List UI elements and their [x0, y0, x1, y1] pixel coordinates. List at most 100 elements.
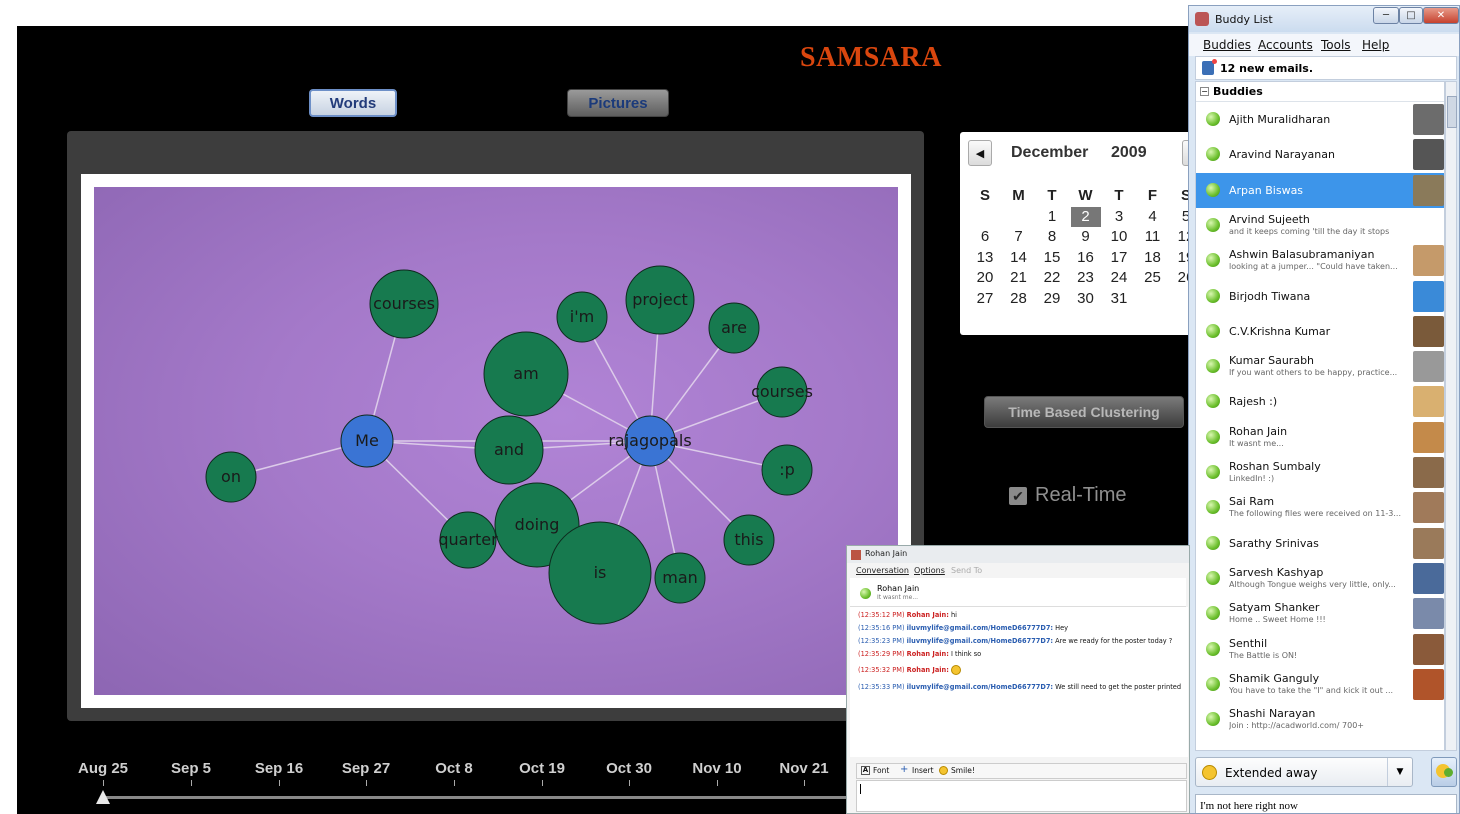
buddy-name: C.V.Krishna Kumar: [1229, 324, 1331, 338]
minimize-button[interactable]: ─: [1373, 7, 1399, 24]
calendar-prev-button[interactable]: ◀: [968, 140, 992, 166]
graph-node-rajagopals[interactable]: rajagopals: [608, 415, 692, 467]
buddy-name: Roshan Sumbaly: [1229, 460, 1321, 473]
menu-options[interactable]: Options: [914, 566, 945, 575]
calendar-day[interactable]: 24: [1104, 268, 1134, 288]
calendar-day[interactable]: 10: [1104, 227, 1134, 247]
graph-node-courses1[interactable]: courses: [369, 269, 439, 339]
buddy-row[interactable]: Sarathy Srinivas: [1196, 526, 1444, 561]
buddy-row[interactable]: Kumar Saurabh If you want others to be ha…: [1196, 349, 1444, 384]
calendar-day[interactable]: 28: [1004, 289, 1034, 309]
graph-node-this[interactable]: this: [723, 514, 775, 566]
graph-node-and[interactable]: and: [474, 415, 544, 485]
graph-node-im[interactable]: i'm: [556, 291, 608, 343]
menu-tools[interactable]: Tools: [1321, 38, 1351, 52]
menu-conversation[interactable]: Conversation: [856, 566, 909, 575]
calendar-day[interactable]: 7: [1004, 227, 1034, 247]
calendar-day[interactable]: 4: [1138, 207, 1168, 227]
menu-accounts[interactable]: Accounts: [1258, 38, 1313, 52]
calendar-day[interactable]: 8: [1037, 227, 1067, 247]
smile-button[interactable]: Smile!: [939, 766, 975, 775]
message-timestamp: (12:35:32 PM): [858, 666, 905, 674]
graph-node-man[interactable]: man: [654, 552, 706, 604]
buddy-row[interactable]: Ashwin Balasubramaniyan looking at a jump…: [1196, 243, 1444, 278]
calendar-day[interactable]: 25: [1138, 268, 1168, 288]
graph-node-project[interactable]: project: [625, 265, 695, 335]
buddy-row[interactable]: Rajesh :): [1196, 384, 1444, 419]
buddy-row[interactable]: Rohan Jain It wasnt me...: [1196, 420, 1444, 455]
calendar-day[interactable]: 14: [1004, 248, 1034, 268]
pictures-tab-button[interactable]: Pictures: [567, 89, 669, 117]
graph-node-are[interactable]: are: [708, 302, 760, 354]
status-icon-button[interactable]: [1431, 757, 1457, 787]
buddy-row[interactable]: C.V.Krishna Kumar: [1196, 314, 1444, 349]
message-input[interactable]: [856, 780, 1187, 812]
buddy-list-scrollbar[interactable]: [1445, 81, 1457, 751]
buddy-row[interactable]: Arpan Biswas: [1196, 172, 1444, 208]
smiley-icon: [951, 665, 961, 675]
calendar-day[interactable]: 16: [1071, 248, 1101, 268]
buddy-row[interactable]: Shamik Ganguly You have to take the "I" a…: [1196, 667, 1444, 702]
calendar-day[interactable]: 21: [1004, 268, 1034, 288]
graph-node-courses2[interactable]: courses: [751, 366, 813, 418]
font-icon: A: [861, 766, 870, 775]
new-emails-notice[interactable]: 12 new emails.: [1195, 56, 1457, 80]
buddy-list-titlebar[interactable]: Buddy List ─ □ ✕: [1189, 6, 1459, 32]
calendar-day[interactable]: 1: [1037, 207, 1067, 227]
available-status-icon: [1206, 606, 1220, 621]
calendar-day[interactable]: 20: [970, 268, 1000, 288]
buddy-row[interactable]: Shashi Narayan Join : http://acadworld.co…: [1196, 702, 1444, 737]
calendar-day[interactable]: 29: [1037, 289, 1067, 309]
graph-node-is[interactable]: is: [548, 521, 652, 625]
buddy-row[interactable]: Ajith Muralidharan: [1196, 102, 1444, 137]
buddy-row[interactable]: Sai Ram The following files were received…: [1196, 490, 1444, 525]
maximize-button[interactable]: □: [1399, 7, 1423, 24]
buddy-row[interactable]: Senthil The Battle is ON!: [1196, 632, 1444, 667]
time-based-clustering-button[interactable]: Time Based Clustering: [984, 396, 1184, 428]
menu-help[interactable]: Help: [1362, 38, 1389, 52]
calendar-day[interactable]: 6: [970, 227, 1000, 247]
words-tab-button[interactable]: Words: [309, 89, 397, 117]
realtime-toggle[interactable]: ✔ Real-Time: [1009, 484, 1127, 507]
insert-button[interactable]: + Insert: [900, 765, 934, 776]
chat-titlebar[interactable]: Rohan Jain: [847, 546, 1189, 563]
buddy-name: Aravind Narayanan: [1229, 148, 1335, 162]
buddy-row[interactable]: Sarvesh Kashyap Although Tongue weighs ve…: [1196, 561, 1444, 596]
calendar-day[interactable]: 27: [970, 289, 1000, 309]
buddy-row[interactable]: Satyam Shanker Home .. Sweet Home !!!: [1196, 596, 1444, 631]
calendar-day[interactable]: 15: [1037, 248, 1067, 268]
graph-node-me[interactable]: Me: [340, 414, 394, 468]
buddies-group-header[interactable]: − Buddies: [1196, 82, 1444, 102]
chevron-down-icon[interactable]: ▼: [1387, 758, 1412, 786]
menu-buddies[interactable]: Buddies: [1203, 38, 1251, 52]
graph-node-p[interactable]: :p: [761, 444, 813, 496]
timeline-tick: [103, 780, 104, 786]
graph-node-on[interactable]: on: [205, 451, 257, 503]
calendar-day[interactable]: 22: [1037, 268, 1067, 288]
calendar-day[interactable]: 17: [1104, 248, 1134, 268]
conversation-log[interactable]: (12:35:12 PM) Rohan Jain: hi (12:35:16 PM…: [850, 607, 1188, 757]
buddy-row[interactable]: Aravind Narayanan: [1196, 137, 1444, 172]
buddy-row[interactable]: Arvind Sujeeth and it keeps coming 'till …: [1196, 208, 1444, 243]
font-button[interactable]: A Font: [861, 766, 889, 775]
calendar-day[interactable]: 3: [1104, 207, 1134, 227]
buddy-row[interactable]: Birjodh Tiwana: [1196, 279, 1444, 314]
calendar-day[interactable]: 31: [1104, 289, 1134, 309]
calendar-day[interactable]: 18: [1138, 248, 1168, 268]
buddy-avatar: [1413, 457, 1444, 488]
calendar-day[interactable]: 9: [1071, 227, 1101, 247]
away-message-field[interactable]: I'm not here right now: [1195, 794, 1457, 813]
calendar-day[interactable]: 11: [1138, 227, 1168, 247]
message-sender: Rohan Jain:: [906, 650, 949, 658]
buddy-row[interactable]: Roshan Sumbaly LinkedIn! :): [1196, 455, 1444, 490]
realtime-checkbox[interactable]: ✔: [1009, 486, 1027, 505]
calendar-day[interactable]: 2: [1070, 206, 1101, 227]
calendar-day[interactable]: 23: [1071, 268, 1101, 288]
calendar-day[interactable]: 13: [970, 248, 1000, 268]
buddy-name: Sai Ram: [1229, 495, 1275, 509]
status-selector[interactable]: Extended away ▼: [1195, 757, 1413, 787]
calendar-day[interactable]: 30: [1071, 289, 1101, 309]
graph-node-am[interactable]: am: [483, 331, 569, 417]
close-button[interactable]: ✕: [1423, 7, 1459, 24]
timeline-slider-handle[interactable]: [96, 790, 110, 804]
